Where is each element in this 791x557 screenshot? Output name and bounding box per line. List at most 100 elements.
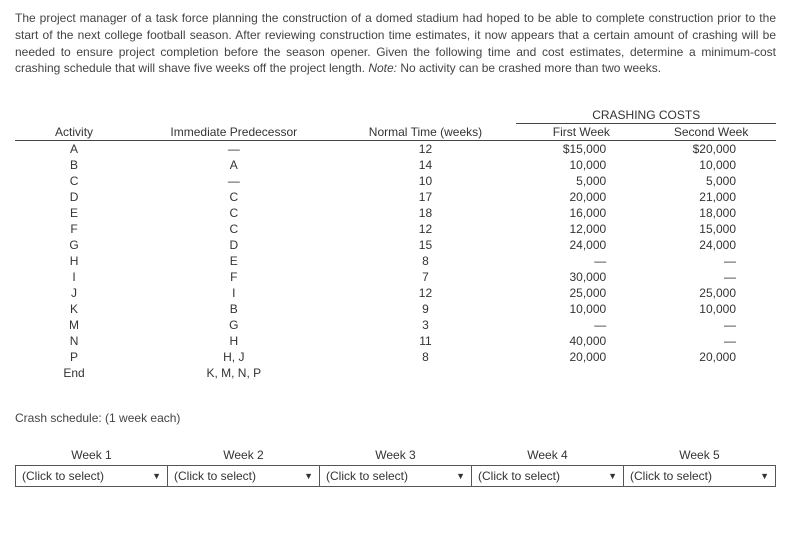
cell-time: 15 <box>334 237 516 253</box>
note-label: Note: <box>368 61 397 75</box>
cell-second-week: — <box>646 269 776 285</box>
cell-first-week <box>516 365 646 381</box>
table-row: IF730,000— <box>15 269 776 285</box>
cell-activity: I <box>15 269 133 285</box>
cell-second-week: 21,000 <box>646 189 776 205</box>
table-row: HE8—— <box>15 253 776 269</box>
cell-activity: D <box>15 189 133 205</box>
table-row: JI1225,00025,000 <box>15 285 776 301</box>
activity-table: CRASHING COSTS Activity Immediate Predec… <box>15 107 776 381</box>
table-row: DC1720,00021,000 <box>15 189 776 205</box>
answer-col-header: Week 2 <box>168 445 320 466</box>
cell-first-week: — <box>516 253 646 269</box>
cell-second-week: $20,000 <box>646 141 776 158</box>
cell-predecessor: — <box>133 173 334 189</box>
week-select[interactable]: (Click to select) ▼ <box>170 468 317 484</box>
table-row: KB910,00010,000 <box>15 301 776 317</box>
cell-time: 7 <box>334 269 516 285</box>
answer-col-header: Week 4 <box>472 445 624 466</box>
cell-predecessor: H <box>133 333 334 349</box>
week-select[interactable]: (Click to select) ▼ <box>626 468 773 484</box>
cell-predecessor: C <box>133 189 334 205</box>
cell-first-week: — <box>516 317 646 333</box>
cell-second-week: 18,000 <box>646 205 776 221</box>
cell-predecessor: C <box>133 205 334 221</box>
cell-first-week: 24,000 <box>516 237 646 253</box>
table-row: PH, J820,00020,000 <box>15 349 776 365</box>
chevron-down-icon: ▼ <box>304 471 313 481</box>
col-first-week: First Week <box>516 124 646 141</box>
answer-cell: (Click to select) ▼ <box>168 466 320 487</box>
select-placeholder: (Click to select) <box>174 469 256 483</box>
cell-first-week: 10,000 <box>516 157 646 173</box>
cell-activity: F <box>15 221 133 237</box>
cell-first-week: $15,000 <box>516 141 646 158</box>
cell-second-week: 10,000 <box>646 301 776 317</box>
cell-second-week: — <box>646 317 776 333</box>
cell-time: 12 <box>334 285 516 301</box>
cell-first-week: 5,000 <box>516 173 646 189</box>
cell-time: 8 <box>334 349 516 365</box>
cell-time <box>334 365 516 381</box>
cell-time: 3 <box>334 317 516 333</box>
problem-statement: The project manager of a task force plan… <box>15 10 776 77</box>
answer-col-header: Week 5 <box>624 445 776 466</box>
cell-activity: E <box>15 205 133 221</box>
chevron-down-icon: ▼ <box>456 471 465 481</box>
cell-first-week: 40,000 <box>516 333 646 349</box>
cell-predecessor: I <box>133 285 334 301</box>
select-placeholder: (Click to select) <box>478 469 560 483</box>
col-predecessor: Immediate Predecessor <box>133 124 334 141</box>
cell-activity: A <box>15 141 133 158</box>
select-placeholder: (Click to select) <box>326 469 408 483</box>
week-select[interactable]: (Click to select) ▼ <box>474 468 621 484</box>
cell-first-week: 20,000 <box>516 189 646 205</box>
table-row: MG3—— <box>15 317 776 333</box>
cell-time: 9 <box>334 301 516 317</box>
cell-predecessor: C <box>133 221 334 237</box>
chevron-down-icon: ▼ <box>760 471 769 481</box>
cell-first-week: 12,000 <box>516 221 646 237</box>
cell-time: 8 <box>334 253 516 269</box>
chevron-down-icon: ▼ <box>152 471 161 481</box>
answer-col-header: Week 1 <box>16 445 168 466</box>
col-second-week: Second Week <box>646 124 776 141</box>
cell-second-week: 5,000 <box>646 173 776 189</box>
cell-time: 11 <box>334 333 516 349</box>
table-row: FC1212,00015,000 <box>15 221 776 237</box>
cell-activity: G <box>15 237 133 253</box>
crash-schedule-label: Crash schedule: (1 week each) <box>15 411 776 425</box>
table-row: NH1140,000— <box>15 333 776 349</box>
select-placeholder: (Click to select) <box>22 469 104 483</box>
cell-second-week: — <box>646 253 776 269</box>
table-row: EndK, M, N, P <box>15 365 776 381</box>
cell-activity: H <box>15 253 133 269</box>
col-normal-time: Normal Time (weeks) <box>334 124 516 141</box>
cell-predecessor: A <box>133 157 334 173</box>
cell-second-week: 15,000 <box>646 221 776 237</box>
cell-activity: J <box>15 285 133 301</box>
cell-predecessor: — <box>133 141 334 158</box>
cell-second-week: 10,000 <box>646 157 776 173</box>
cell-activity: End <box>15 365 133 381</box>
week-select[interactable]: (Click to select) ▼ <box>18 468 165 484</box>
cell-predecessor: B <box>133 301 334 317</box>
cell-predecessor: G <box>133 317 334 333</box>
cell-second-week: 25,000 <box>646 285 776 301</box>
cell-predecessor: F <box>133 269 334 285</box>
answer-cell: (Click to select) ▼ <box>472 466 624 487</box>
cell-activity: K <box>15 301 133 317</box>
cell-second-week: — <box>646 333 776 349</box>
table-row: A—12$15,000$20,000 <box>15 141 776 158</box>
table-row: GD1524,00024,000 <box>15 237 776 253</box>
answer-col-header: Week 3 <box>320 445 472 466</box>
select-placeholder: (Click to select) <box>630 469 712 483</box>
cell-first-week: 16,000 <box>516 205 646 221</box>
week-select[interactable]: (Click to select) ▼ <box>322 468 469 484</box>
cell-first-week: 25,000 <box>516 285 646 301</box>
cell-activity: B <box>15 157 133 173</box>
cell-activity: N <box>15 333 133 349</box>
cell-second-week: 24,000 <box>646 237 776 253</box>
answer-cell: (Click to select) ▼ <box>320 466 472 487</box>
chevron-down-icon: ▼ <box>608 471 617 481</box>
